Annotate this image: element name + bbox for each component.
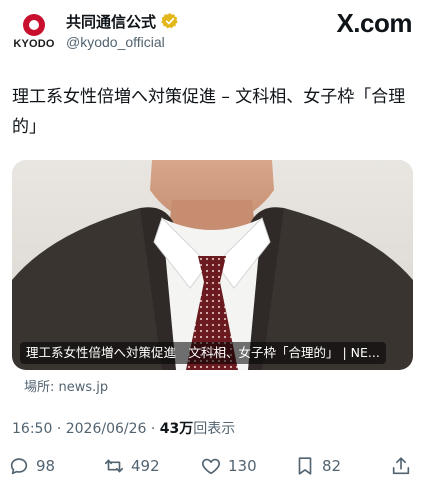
reply-button[interactable]: 98 xyxy=(8,452,55,480)
news-photo xyxy=(12,160,413,370)
share-icon xyxy=(392,457,410,475)
account-avatar[interactable]: KYODO xyxy=(10,14,58,54)
reply-count: 98 xyxy=(36,457,56,475)
bookmark-icon xyxy=(298,457,312,475)
meta-separator: · xyxy=(56,421,62,437)
heart-icon xyxy=(201,458,221,475)
repost-count: 492 xyxy=(131,457,160,475)
repost-button[interactable]: 492 xyxy=(103,452,160,480)
logo-text: KYODO xyxy=(13,38,55,50)
views-count: 43万 xyxy=(159,421,194,437)
repost-icon xyxy=(104,459,124,473)
like-button[interactable]: 130 xyxy=(200,452,257,480)
tweet-time[interactable]: 16:50 xyxy=(12,421,52,437)
tweet-date[interactable]: 2026/06/26 xyxy=(66,421,147,437)
card-caption: 理工系女性倍増へ対策促進 文科相、女子枠「合理的」 | NE... xyxy=(20,342,386,364)
link-card[interactable]: 理工系女性倍増へ対策促進 文科相、女子枠「合理的」 | NE... xyxy=(12,160,413,370)
account-handle[interactable]: @kyodo_official xyxy=(66,34,165,50)
views-label: 回表示 xyxy=(193,421,236,437)
card-source[interactable]: 場所: news.jp xyxy=(24,376,108,395)
tweet-text: 理工系女性倍増へ対策促進 – 文科相、女子枠「合理的」 xyxy=(12,87,406,137)
x-brand-logo: X.com xyxy=(336,8,412,38)
tweet-header: KYODO 共同通信公式 @kyodo_official X.com xyxy=(0,0,424,62)
like-count: 130 xyxy=(228,457,257,475)
name-row: 共同通信公式 xyxy=(66,10,179,32)
reply-icon xyxy=(10,458,28,475)
share-button[interactable] xyxy=(390,452,412,480)
kyodo-logo-icon xyxy=(23,14,45,36)
bookmark-button[interactable]: 82 xyxy=(294,452,341,480)
bookmark-count: 82 xyxy=(322,457,342,475)
verified-badge-icon xyxy=(161,13,178,29)
tweet-meta: 16:50 · 2026/06/26 · 43万回表示 xyxy=(12,418,235,438)
display-name[interactable]: 共同通信公式 xyxy=(66,11,156,32)
action-bar: 98 492 130 82 xyxy=(8,452,416,480)
meta-separator-2: · xyxy=(150,421,156,437)
